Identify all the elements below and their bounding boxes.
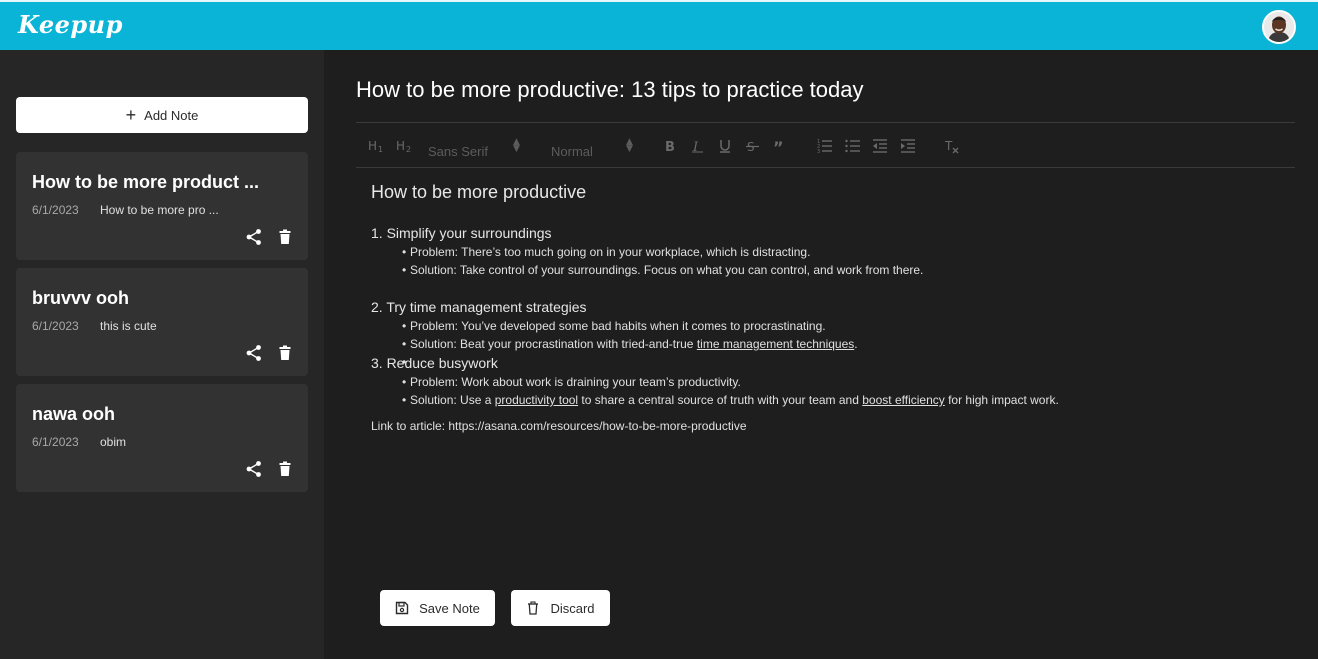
trash-icon[interactable] bbox=[276, 344, 294, 362]
save-note-button[interactable]: Save Note bbox=[380, 590, 495, 626]
share-icon[interactable] bbox=[245, 228, 263, 246]
save-icon bbox=[395, 601, 409, 615]
solution-text-mid: to share a central source of truth with … bbox=[578, 393, 863, 407]
h2-icon[interactable]: H2 bbox=[396, 137, 414, 155]
font-select-arrow-icon[interactable]: ▲ ▼ bbox=[513, 138, 520, 154]
solution-text-end: . bbox=[854, 337, 858, 351]
share-icon[interactable] bbox=[245, 460, 263, 478]
h1-icon[interactable]: H1 bbox=[368, 137, 386, 155]
bullet-list-icon[interactable] bbox=[845, 137, 861, 155]
discard-label: Discard bbox=[550, 600, 595, 616]
svg-text:2: 2 bbox=[406, 145, 411, 154]
note-title-input[interactable]: How to be more productive: 13 tips to pr… bbox=[356, 77, 863, 103]
note-card[interactable]: How to be more product ... 6/1/2023 How … bbox=[16, 152, 308, 260]
font-size-select[interactable]: Normal bbox=[551, 142, 593, 160]
editor-panel: How to be more productive: 13 tips to pr… bbox=[324, 50, 1318, 659]
section-title: 3. Reduce busywork bbox=[371, 355, 498, 371]
trash-outline-icon bbox=[528, 601, 539, 615]
outdent-icon[interactable] bbox=[872, 137, 888, 155]
content-heading: How to be more productive bbox=[371, 182, 587, 202]
list-item: Solution: Take control of your surroundi… bbox=[402, 261, 1291, 279]
ordered-list-icon[interactable]: 123 bbox=[817, 137, 833, 155]
note-date: 6/1/2023 bbox=[32, 203, 79, 217]
app-logo[interactable]: Keepup bbox=[18, 10, 123, 39]
bullet-list: Problem: Work about work is draining you… bbox=[402, 373, 1291, 409]
article-link: Link to article: https://asana.com/resou… bbox=[371, 419, 747, 433]
quote-icon[interactable]: ” bbox=[773, 137, 789, 155]
size-select-arrow-icon[interactable]: ▲ ▼ bbox=[626, 138, 633, 154]
list-item: Problem: Work about work is draining you… bbox=[402, 373, 1291, 391]
note-card[interactable]: bruvvv ooh 6/1/2023 this is cute bbox=[16, 268, 308, 376]
add-note-label: Add Note bbox=[144, 107, 199, 123]
productivity-tool-link[interactable]: productivity tool bbox=[495, 393, 578, 407]
strike-icon[interactable]: S bbox=[746, 137, 760, 155]
solution-text: Solution: Use a bbox=[410, 393, 495, 407]
user-avatar[interactable] bbox=[1262, 10, 1296, 44]
list-item: Problem: You’ve developed some bad habit… bbox=[402, 317, 1291, 335]
svg-text:T: T bbox=[944, 139, 953, 153]
solution-text-end: for high impact work. bbox=[944, 393, 1059, 407]
note-date: 6/1/2023 bbox=[32, 435, 79, 449]
rich-text-toolbar: H1 H2 Sans Serif ▲▼ Normal ▲▼ B I S ” 12… bbox=[356, 122, 1295, 168]
note-date: 6/1/2023 bbox=[32, 319, 79, 333]
font-family-select[interactable]: Sans Serif bbox=[428, 142, 488, 160]
note-title: How to be more product ... bbox=[32, 172, 260, 192]
svg-text:”: ” bbox=[773, 138, 784, 154]
solution-text: Solution: Beat your procrastination with… bbox=[410, 337, 697, 351]
boost-efficiency-link[interactable]: boost efficiency bbox=[862, 393, 945, 407]
bullet-list: Problem: You’ve developed some bad habit… bbox=[402, 317, 1291, 371]
section-title: 1. Simplify your surroundings bbox=[371, 225, 552, 241]
svg-text:H: H bbox=[396, 139, 405, 153]
trash-icon[interactable] bbox=[276, 228, 294, 246]
note-preview: obim bbox=[100, 435, 127, 449]
bullet-list: Problem: There’s too much going on in yo… bbox=[402, 243, 1291, 279]
list-item: Solution: Use a productivity tool to sha… bbox=[402, 391, 1291, 409]
note-title: bruvvv ooh bbox=[32, 288, 130, 308]
add-note-button[interactable]: + Add Note bbox=[16, 97, 308, 133]
svg-text:B: B bbox=[665, 140, 675, 154]
note-card[interactable]: nawa ooh 6/1/2023 obim bbox=[16, 384, 308, 492]
trash-icon[interactable] bbox=[276, 460, 294, 478]
note-preview: How to be more pro ... bbox=[100, 203, 219, 217]
clear-format-icon[interactable]: T bbox=[944, 137, 960, 155]
italic-icon[interactable]: I bbox=[691, 137, 705, 155]
note-title: nawa ooh bbox=[32, 404, 116, 424]
indent-icon[interactable] bbox=[900, 137, 916, 155]
share-icon[interactable] bbox=[245, 344, 263, 362]
section-title: 2. Try time management strategies bbox=[371, 299, 587, 315]
time-management-link[interactable]: time management techniques bbox=[697, 337, 854, 351]
bold-icon[interactable]: B bbox=[664, 137, 678, 155]
list-item: Solution: Beat your procrastination with… bbox=[402, 335, 1291, 353]
svg-text:3: 3 bbox=[817, 149, 820, 154]
notes-sidebar: + Add Note How to be more product ... 6/… bbox=[0, 50, 324, 659]
underline-icon[interactable] bbox=[718, 137, 732, 155]
list-item: Problem: There’s too much going on in yo… bbox=[402, 243, 1291, 261]
note-body-editor[interactable]: How to be more productive 1. Simplify yo… bbox=[371, 182, 1291, 433]
plus-icon: + bbox=[125, 105, 137, 125]
save-note-label: Save Note bbox=[419, 600, 480, 616]
note-preview: this is cute bbox=[100, 319, 157, 333]
discard-button[interactable]: Discard bbox=[511, 590, 610, 626]
svg-text:1: 1 bbox=[378, 145, 383, 154]
top-bar: Keepup bbox=[0, 0, 1318, 50]
svg-text:H: H bbox=[368, 139, 377, 153]
